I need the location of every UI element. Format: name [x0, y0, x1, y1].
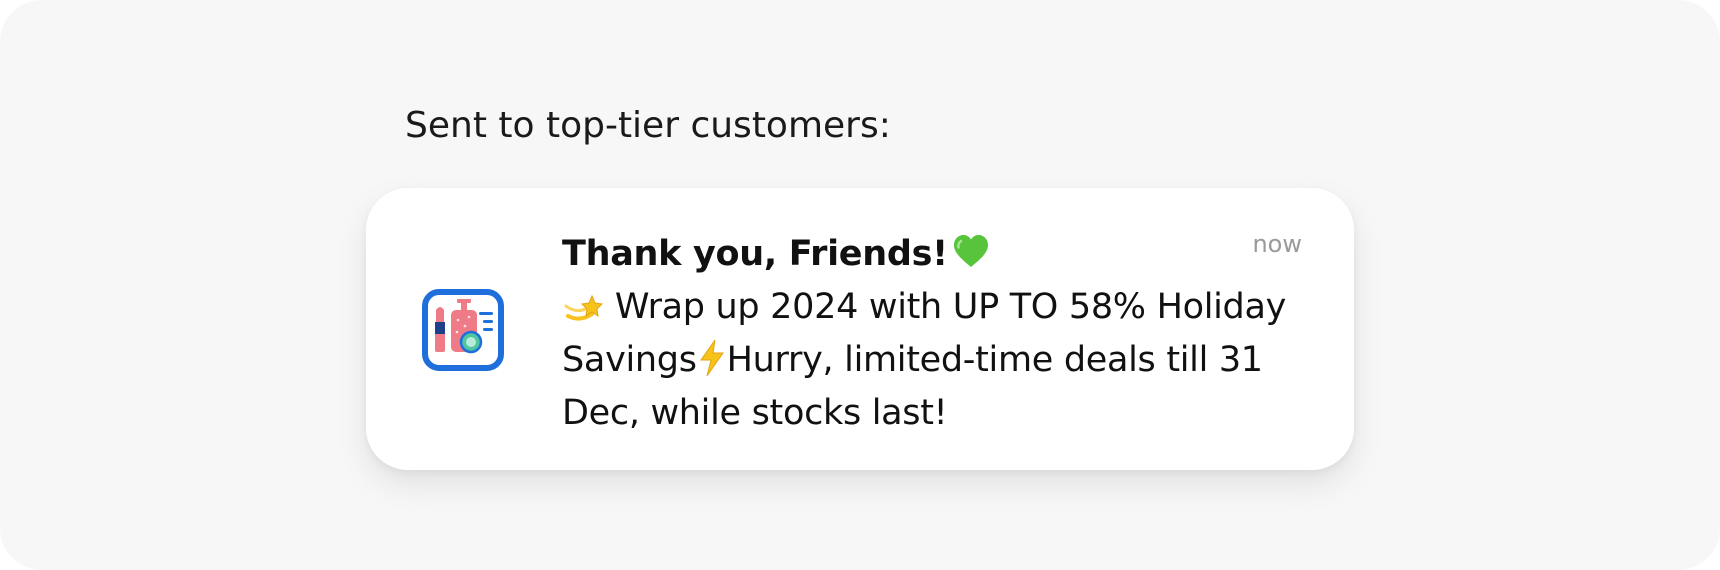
canvas-background: Sent to top-tier customers: Thank you, F… — [0, 0, 1720, 570]
caption-label: Sent to top-tier customers: — [405, 105, 891, 146]
green-heart-icon — [952, 233, 990, 282]
lightning-bolt-icon — [697, 339, 727, 390]
beauty-cosmetics-app-icon — [421, 288, 505, 372]
notification-title-text: Thank you, Friends! — [562, 234, 948, 274]
dizzy-star-icon — [562, 288, 604, 337]
push-notification-card[interactable]: Thank you, Friends! now Wrap up 2024 wit… — [366, 188, 1354, 470]
notification-title: Thank you, Friends! — [562, 232, 990, 282]
notification-message: Wrap up 2024 with UP TO 58% Holiday Savi… — [562, 284, 1322, 437]
notification-timestamp: now — [1252, 230, 1302, 258]
